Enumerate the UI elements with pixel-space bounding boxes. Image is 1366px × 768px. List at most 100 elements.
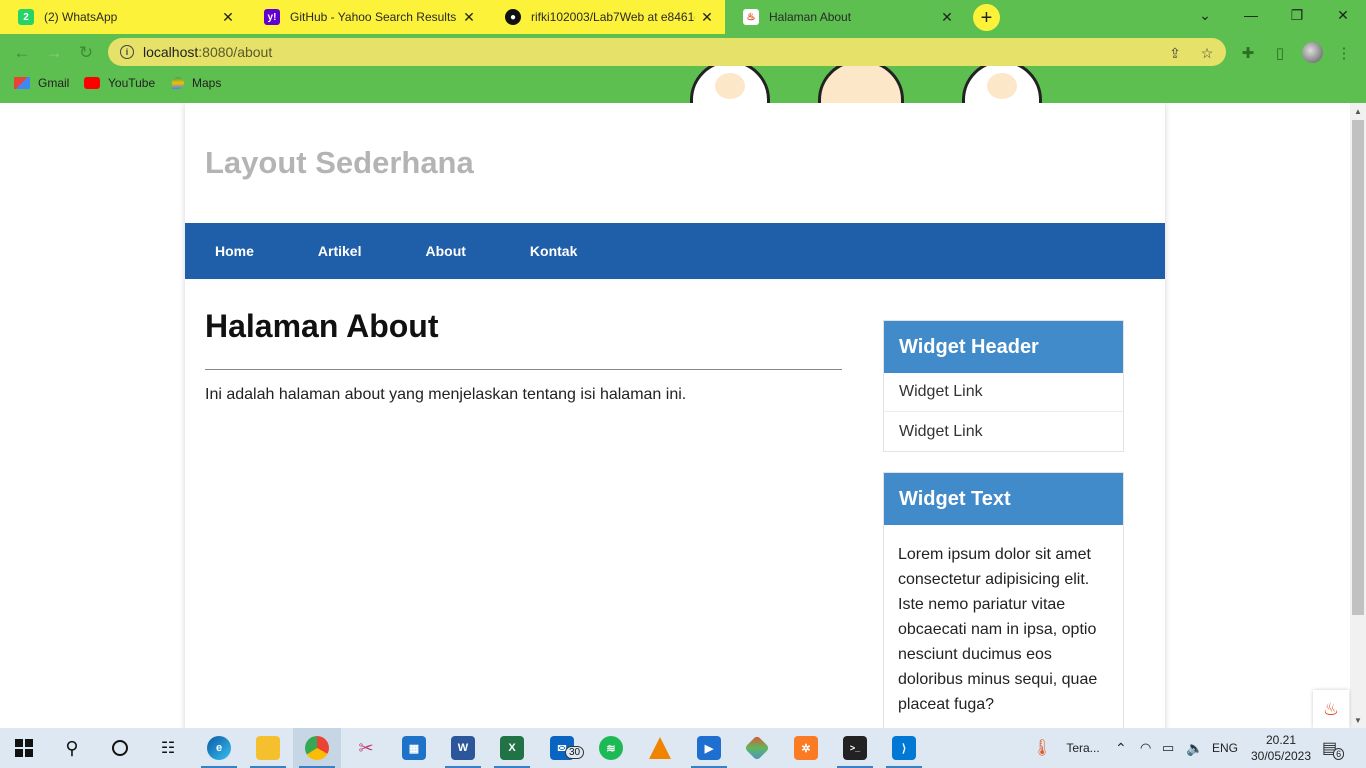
tab-halaman-about[interactable]: ♨ Halaman About ✕ (725, 0, 965, 34)
share-icon[interactable]: ⇪ (1166, 44, 1184, 62)
tab-title: (2) WhatsApp (44, 10, 118, 24)
task-view-icon[interactable]: ☷ (144, 728, 192, 768)
close-tab-icon[interactable]: ✕ (695, 9, 719, 26)
windows-start-icon[interactable] (0, 728, 48, 768)
browser-chrome: 2 (2) WhatsApp ✕ y! GitHub - Yahoo Searc… (0, 0, 1366, 103)
youtube-icon (84, 77, 100, 89)
nav-artikel[interactable]: Artikel (318, 243, 362, 259)
site-title: Layout Sederhana (205, 145, 474, 180)
widget-link[interactable]: Widget Link (884, 373, 1123, 412)
notification-center-icon[interactable]: ▤ 6 (1322, 728, 1345, 768)
weather-text: Tera... (1066, 741, 1100, 755)
widget-text: Widget Text Lorem ipsum dolor sit amet c… (883, 472, 1124, 728)
close-tab-icon[interactable]: ✕ (216, 9, 240, 26)
windows-taskbar: ⚲ ☷ e ✂ ▦ W X ✉ 30 ≋ ▶ ✲ >_ ⟩ 🌡 Tera... … (0, 728, 1366, 768)
profile-avatar[interactable] (1302, 42, 1323, 63)
excel-icon[interactable]: X (488, 728, 536, 768)
tab-strip: 2 (2) WhatsApp ✕ y! GitHub - Yahoo Searc… (0, 0, 1366, 34)
scroll-down-icon[interactable]: ▼ (1350, 712, 1366, 728)
volume-icon[interactable]: 🔈 (1186, 728, 1203, 768)
page-paragraph: Ini adalah halaman about yang menjelaska… (205, 386, 687, 403)
page-scrollbar[interactable]: ▲ ▼ (1350, 103, 1366, 728)
widget-header: Widget Header (884, 321, 1123, 373)
close-window-icon[interactable]: ✕ (1320, 0, 1366, 30)
spotify-icon[interactable]: ≋ (587, 728, 635, 768)
close-tab-icon[interactable]: ✕ (457, 9, 481, 26)
terminal-icon[interactable]: >_ (831, 728, 879, 768)
weather-widget[interactable]: 🌡 Tera... (1032, 728, 1100, 768)
word-icon[interactable]: W (439, 728, 487, 768)
nav-kontak[interactable]: Kontak (530, 243, 577, 259)
debug-toolbar-icon[interactable]: ♨ (1313, 690, 1349, 728)
web-page: Layout Sederhana Home Artikel About Kont… (0, 103, 1350, 728)
thermometer-icon: 🌡 (1032, 740, 1053, 757)
widget-links: Widget Header Widget Link Widget Link (883, 320, 1124, 452)
new-tab-button[interactable]: + (973, 4, 1000, 31)
clock-time: 20.21 (1265, 733, 1297, 747)
bookmarks-bar: Gmail YouTube Maps (0, 70, 1366, 98)
bookmark-star-icon[interactable]: ☆ (1198, 44, 1216, 62)
vlc-icon[interactable] (636, 728, 684, 768)
bookmark-maps[interactable]: Maps (172, 76, 221, 90)
reload-icon[interactable]: ↻ (74, 41, 98, 65)
widget-header: Widget Text (884, 473, 1123, 525)
tab-title: GitHub - Yahoo Search Results (290, 10, 457, 24)
whatsapp-icon: 2 (18, 9, 34, 25)
back-icon[interactable]: ← (10, 41, 34, 65)
chrome-icon[interactable] (293, 728, 341, 768)
file-explorer-icon[interactable] (244, 728, 292, 768)
maps-icon (172, 77, 184, 89)
language-indicator[interactable]: ENG (1212, 728, 1238, 768)
side-panel-icon[interactable]: ▯ (1270, 43, 1290, 63)
page-heading: Halaman About (205, 308, 439, 344)
nav-about[interactable]: About (425, 243, 465, 259)
cortana-icon[interactable] (96, 728, 144, 768)
tab-title: Halaman About (769, 10, 852, 24)
scroll-up-icon[interactable]: ▲ (1350, 103, 1366, 119)
tab-search-icon[interactable]: ⌄ (1182, 0, 1228, 30)
widget-text-body: Lorem ipsum dolor sit amet consectetur a… (898, 546, 1098, 713)
store-icon[interactable]: ▦ (390, 728, 438, 768)
extensions-icon[interactable]: ✚ (1238, 43, 1258, 63)
codeigniter-icon: ♨ (743, 9, 759, 25)
notification-badge: 6 (1333, 748, 1345, 760)
scroll-thumb[interactable] (1352, 120, 1364, 615)
gmail-icon (14, 77, 30, 89)
yahoo-icon: y! (264, 9, 280, 25)
clock-date: 30/05/2023 (1250, 749, 1312, 763)
media-player-icon[interactable]: ▶ (685, 728, 733, 768)
restore-icon[interactable]: ❐ (1274, 0, 1320, 30)
divider (205, 369, 842, 370)
main-navigation: Home Artikel About Kontak (185, 223, 1165, 279)
close-tab-icon[interactable]: ✕ (935, 9, 959, 26)
site-info-icon[interactable]: i (120, 45, 134, 59)
browser-toolbar: ← → ↻ i localhost:8080/about ⇪ ☆ ✚ ▯ ⋮ (0, 34, 1366, 70)
forward-icon[interactable]: → (42, 41, 66, 65)
snipping-tool-icon[interactable]: ✂ (342, 728, 390, 768)
tab-github[interactable]: ● rifki102003/Lab7Web at e8461d6 ✕ (487, 0, 725, 34)
bookmark-gmail[interactable]: Gmail (14, 76, 69, 90)
mail-badge: 30 (565, 746, 585, 759)
battery-icon[interactable]: ▭ (1162, 728, 1174, 768)
edge-icon[interactable]: e (195, 728, 243, 768)
clock[interactable]: 20.21 30/05/2023 (1246, 732, 1316, 764)
vscode-icon[interactable]: ⟩ (880, 728, 928, 768)
bookmark-youtube[interactable]: YouTube (84, 76, 155, 90)
address-bar[interactable]: i localhost:8080/about ⇪ ☆ (108, 38, 1226, 66)
show-hidden-icons[interactable]: ⌃ (1115, 728, 1127, 768)
url-text: localhost:8080/about (143, 44, 273, 60)
github-icon: ● (505, 9, 521, 25)
menu-kebab-icon[interactable]: ⋮ (1334, 43, 1354, 63)
git-icon[interactable] (733, 728, 781, 768)
tab-whatsapp[interactable]: 2 (2) WhatsApp ✕ (0, 0, 247, 34)
page-container: Layout Sederhana Home Artikel About Kont… (185, 103, 1165, 728)
wifi-icon[interactable]: ◠ (1140, 728, 1151, 768)
minimize-icon[interactable]: — (1228, 0, 1274, 30)
xampp-icon[interactable]: ✲ (782, 728, 830, 768)
widget-link[interactable]: Widget Link (884, 412, 1123, 451)
search-icon[interactable]: ⚲ (48, 728, 96, 768)
mail-icon[interactable]: ✉ 30 (538, 728, 586, 768)
tab-title: rifki102003/Lab7Web at e8461d6 (531, 10, 695, 24)
tab-yahoo-search[interactable]: y! GitHub - Yahoo Search Results ✕ (246, 0, 488, 34)
nav-home[interactable]: Home (215, 243, 254, 259)
